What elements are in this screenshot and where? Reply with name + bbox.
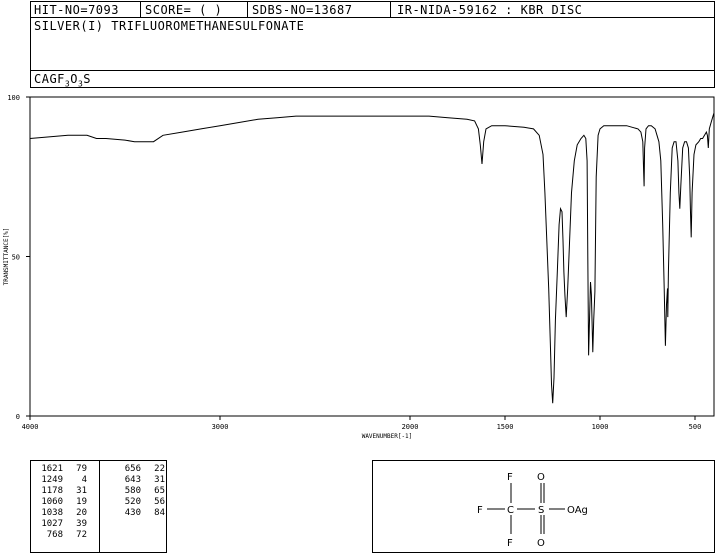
header-bar: HIT-NO=7093 SCORE= ( ) SDBS-NO=13687 IR-…	[30, 1, 715, 18]
atom-o-top: O	[537, 472, 545, 483]
peak-transmittance: 65	[154, 486, 165, 496]
peak-row: 1621 79	[37, 464, 93, 475]
peak-wavenumber: 1027	[41, 519, 63, 529]
compound-name: SILVER(I) TRIFLUOROMETHANESULFONATE	[34, 19, 305, 33]
atom-oag: OAg	[567, 505, 588, 516]
peak-transmittance: 56	[154, 497, 165, 507]
peak-wavenumber: 643	[124, 475, 141, 485]
peak-wavenumber: 1060	[41, 497, 63, 507]
peak-wavenumber: 1178	[41, 486, 63, 496]
ir-spectrum-chart: 4000 3000 2000 1500 1000 500 0 50 100 WAVENUMBER[…	[3, 94, 715, 440]
atom-c: C	[507, 505, 514, 516]
peak-wavenumber: 768	[46, 530, 63, 540]
peak-row: 643 31	[115, 475, 171, 486]
peak-table-right: 656 22 643 31 580 65 520 56 430 84	[115, 464, 171, 519]
peak-row: 1060 19	[37, 497, 93, 508]
molecular-structure: F F C S O O OAg F	[477, 472, 588, 549]
header-divider	[390, 2, 391, 18]
atom-f-bottom: F	[507, 538, 513, 549]
peak-transmittance: 31	[154, 475, 165, 485]
peak-transmittance: 19	[76, 497, 87, 507]
structure-box: F F C S O O OAg F	[372, 460, 715, 553]
header-divider	[247, 2, 248, 18]
peak-wavenumber: 520	[124, 497, 141, 507]
spectrum-line	[29, 112, 715, 404]
ir-info: IR-NIDA-59162 : KBR DISC	[397, 3, 583, 17]
score: SCORE= ( )	[145, 3, 223, 17]
peak-row: 520 56	[115, 497, 171, 508]
x-tick-label: 1000	[592, 423, 609, 431]
peak-transmittance: 22	[154, 464, 165, 474]
y-tick-label: 100	[7, 94, 20, 102]
atom-s: S	[538, 505, 544, 516]
peak-transmittance: 20	[76, 508, 87, 518]
y-tick-label: 50	[12, 254, 20, 262]
peak-transmittance: 4	[81, 475, 87, 485]
peak-wavenumber: 656	[124, 464, 141, 474]
atom-o-bottom: O	[537, 538, 545, 549]
x-tick-label: 2000	[402, 423, 419, 431]
peak-wavenumber: 1249	[41, 475, 63, 485]
peak-wavenumber: 1621	[41, 464, 63, 474]
header-divider	[140, 2, 141, 18]
hit-no: HIT-NO=7093	[34, 3, 119, 17]
compound-name-box: SILVER(I) TRIFLUOROMETHANESULFONATE	[30, 17, 715, 71]
x-tick-label: 3000	[212, 423, 229, 431]
peak-transmittance: 79	[76, 464, 87, 474]
peak-row: 1038 20	[37, 508, 93, 519]
y-tick-label: 0	[16, 413, 20, 421]
peak-row: 768 72	[37, 530, 93, 541]
peak-row: 580 65	[115, 486, 171, 497]
formula-box: CAGF3O3S	[30, 70, 715, 88]
peak-transmittance: 39	[76, 519, 87, 529]
peak-transmittance: 31	[76, 486, 87, 496]
peak-row: 656 22	[115, 464, 171, 475]
x-axis-label: WAVENUMBER[-1]	[362, 433, 413, 440]
peak-transmittance: 72	[76, 530, 87, 540]
peak-row: 430 84	[115, 508, 171, 519]
peak-row: 1249 4	[37, 475, 93, 486]
atom-f-left: F	[477, 505, 483, 516]
peak-table: 1621 79 1249 4 1178 31 1060 19 1038 20 1027 39 768 72…	[30, 460, 167, 553]
peak-row: 1027 39	[37, 519, 93, 530]
peak-table-left: 1621 79 1249 4 1178 31 1060 19 1038 20 1027 39 768 72	[37, 464, 93, 541]
x-tick-label: 1500	[497, 423, 514, 431]
molecular-formula: CAGF3O3S	[34, 72, 92, 89]
peak-wavenumber: 430	[124, 508, 141, 518]
x-tick-label: 500	[689, 423, 702, 431]
y-axis-label: TRANSMITTANCE[%]	[3, 228, 10, 286]
x-tick-label: 4000	[22, 423, 39, 431]
peak-row: 1178 31	[37, 486, 93, 497]
sdbs-no: SDBS-NO=13687	[252, 3, 353, 17]
peak-wavenumber: 580	[124, 486, 141, 496]
peak-table-divider	[99, 461, 100, 552]
peak-wavenumber: 1038	[41, 508, 63, 518]
peak-transmittance: 84	[154, 508, 165, 518]
plot-frame	[29, 96, 715, 417]
atom-f-top: F	[507, 472, 513, 483]
